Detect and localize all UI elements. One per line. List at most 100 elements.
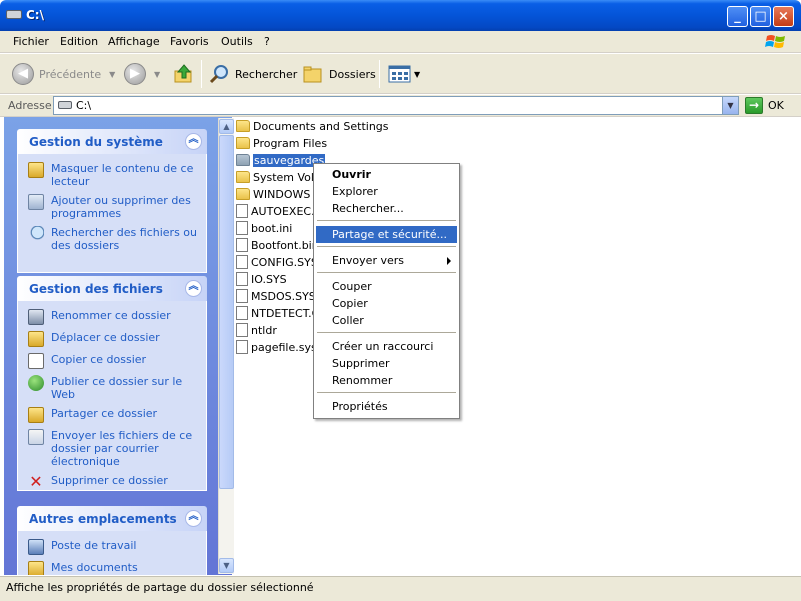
- task-move-folder[interactable]: Déplacer ce dossier: [28, 331, 200, 347]
- task-label: Partager ce dossier: [51, 407, 158, 420]
- vertical-scrollbar[interactable]: ▲ ▼: [218, 118, 234, 574]
- place-my-computer[interactable]: Poste de travail: [28, 539, 200, 555]
- list-item-selected[interactable]: sauvegardes: [236, 152, 326, 168]
- file-tasks-header[interactable]: Gestion des fichiers ︽: [17, 276, 207, 301]
- menu-item-search[interactable]: Rechercher...: [316, 200, 457, 217]
- documents-folder-icon: [28, 561, 44, 575]
- maximize-button[interactable]: □: [750, 6, 771, 27]
- list-item[interactable]: pagefile.sys: [236, 339, 317, 355]
- system-file-icon: [236, 204, 248, 218]
- menu-help[interactable]: ?: [264, 35, 270, 48]
- settings-file-icon: [236, 221, 248, 235]
- task-share-folder[interactable]: Partager ce dossier: [28, 407, 200, 423]
- forward-button[interactable]: ▶ ▼: [124, 62, 160, 86]
- menu-fichier[interactable]: Fichier: [13, 35, 49, 48]
- task-hide-drive-contents[interactable]: Masquer le contenu de ce lecteur: [28, 162, 200, 188]
- file-tasks-title: Gestion des fichiers: [29, 282, 163, 296]
- menu-separator: [317, 246, 456, 247]
- up-folder-button[interactable]: [173, 62, 195, 86]
- menu-item-label: Envoyer vers: [332, 254, 404, 267]
- folders-label: Dossiers: [329, 67, 376, 81]
- collapse-chevron-icon[interactable]: ︽: [185, 280, 202, 297]
- menu-item-properties[interactable]: Propriétés: [316, 398, 457, 415]
- scroll-thumb[interactable]: [219, 135, 234, 489]
- menu-outils[interactable]: Outils: [221, 35, 253, 48]
- list-item[interactable]: Program Files: [236, 135, 327, 151]
- hide-contents-icon: [28, 162, 44, 178]
- add-remove-programs-icon: [28, 194, 44, 210]
- menu-edition[interactable]: Edition: [60, 35, 98, 48]
- system-file-icon: [236, 289, 248, 303]
- menu-separator: [317, 392, 456, 393]
- task-add-remove-programs[interactable]: Ajouter ou supprimer des programmes: [28, 194, 200, 220]
- menu-item-rename[interactable]: Renommer: [316, 372, 457, 389]
- menu-separator: [317, 272, 456, 273]
- search-button[interactable]: Rechercher: [208, 62, 297, 86]
- list-item[interactable]: System Volu: [236, 169, 321, 185]
- menu-item-paste[interactable]: Coller: [316, 312, 457, 329]
- list-item[interactable]: NTDETECT.C: [236, 305, 319, 321]
- menu-affichage[interactable]: Affichage: [108, 35, 160, 48]
- search-label: Rechercher: [235, 67, 298, 81]
- system-tasks-header[interactable]: Gestion du système ︽: [17, 129, 207, 154]
- task-label: Publier ce dossier sur le Web: [51, 375, 183, 401]
- menu-item-delete[interactable]: Supprimer: [316, 355, 457, 372]
- address-input[interactable]: C:\ ▼: [53, 96, 739, 115]
- list-item[interactable]: Documents and Settings: [236, 118, 389, 134]
- menu-item-explore[interactable]: Explorer: [316, 183, 457, 200]
- search-icon: [209, 65, 228, 84]
- system-tasks-panel: Gestion du système ︽ Masquer le contenu …: [17, 129, 207, 273]
- task-label: Renommer ce dossier: [51, 309, 171, 322]
- address-dropdown-button[interactable]: ▼: [722, 97, 738, 114]
- scroll-down-button[interactable]: ▼: [219, 558, 234, 573]
- system-file-icon: [236, 255, 248, 269]
- task-search-files[interactable]: Rechercher des fichiers ou des dossiers: [28, 226, 200, 252]
- task-publish-web[interactable]: Publier ce dossier sur le Web: [28, 375, 200, 401]
- delete-x-icon: ✕: [29, 472, 43, 491]
- file-name: Documents and Settings: [253, 119, 389, 133]
- window-title: C:\: [26, 8, 44, 22]
- back-button[interactable]: ◀ Précédente ▼: [12, 62, 115, 86]
- menu-item-cut[interactable]: Couper: [316, 278, 457, 295]
- task-copy-folder[interactable]: Copier ce dossier: [28, 353, 200, 369]
- task-pane: Gestion du système ︽ Masquer le contenu …: [4, 117, 232, 575]
- list-item[interactable]: MSDOS.SYS: [236, 288, 316, 304]
- folders-button[interactable]: Dossiers: [302, 62, 376, 86]
- views-button[interactable]: ▼: [388, 62, 420, 86]
- close-button[interactable]: ×: [773, 6, 794, 27]
- menu-item-sharing-security[interactable]: Partage et sécurité...: [316, 226, 457, 243]
- task-rename-folder[interactable]: Renommer ce dossier: [28, 309, 200, 325]
- other-places-title: Autres emplacements: [29, 512, 177, 526]
- list-item[interactable]: WINDOWS: [236, 186, 310, 202]
- task-delete-folder[interactable]: ✕ Supprimer ce dossier: [28, 474, 200, 490]
- collapse-chevron-icon[interactable]: ︽: [185, 133, 202, 150]
- list-item[interactable]: Bootfont.bin: [236, 237, 319, 253]
- file-tasks-panel: Gestion des fichiers ︽ Renommer ce dossi…: [17, 276, 207, 491]
- menu-item-send-to[interactable]: Envoyer vers: [316, 252, 457, 269]
- go-button[interactable]: OK: [768, 99, 784, 112]
- menu-favoris[interactable]: Favoris: [170, 35, 209, 48]
- list-item[interactable]: IO.SYS: [236, 271, 287, 287]
- collapse-chevron-icon[interactable]: ︽: [185, 510, 202, 527]
- forward-arrow-icon: ▶: [124, 63, 146, 85]
- menu-item-open[interactable]: Ouvrir: [316, 166, 457, 183]
- go-arrow-icon[interactable]: →: [745, 97, 763, 114]
- place-my-documents[interactable]: Mes documents: [28, 561, 200, 575]
- list-item[interactable]: ntldr: [236, 322, 277, 338]
- folder-icon: [236, 154, 250, 166]
- views-dropdown-icon: ▼: [414, 69, 421, 79]
- place-label: Poste de travail: [51, 539, 137, 552]
- list-item[interactable]: CONFIG.SYS: [236, 254, 318, 270]
- file-name: NTDETECT.C: [251, 306, 320, 320]
- menu-item-copy[interactable]: Copier: [316, 295, 457, 312]
- list-item[interactable]: AUTOEXEC.B: [236, 203, 322, 219]
- scroll-up-button[interactable]: ▲: [219, 119, 234, 134]
- file-name: ntldr: [251, 323, 277, 337]
- task-label: Ajouter ou supprimer des programmes: [51, 194, 191, 220]
- list-item[interactable]: boot.ini: [236, 220, 292, 236]
- menu-item-create-shortcut[interactable]: Créer un raccourci: [316, 338, 457, 355]
- file-name: boot.ini: [251, 221, 293, 235]
- task-email-files[interactable]: Envoyer les fichiers de ce dossier par c…: [28, 429, 200, 468]
- other-places-header[interactable]: Autres emplacements ︽: [17, 506, 207, 531]
- minimize-button[interactable]: _: [727, 6, 748, 27]
